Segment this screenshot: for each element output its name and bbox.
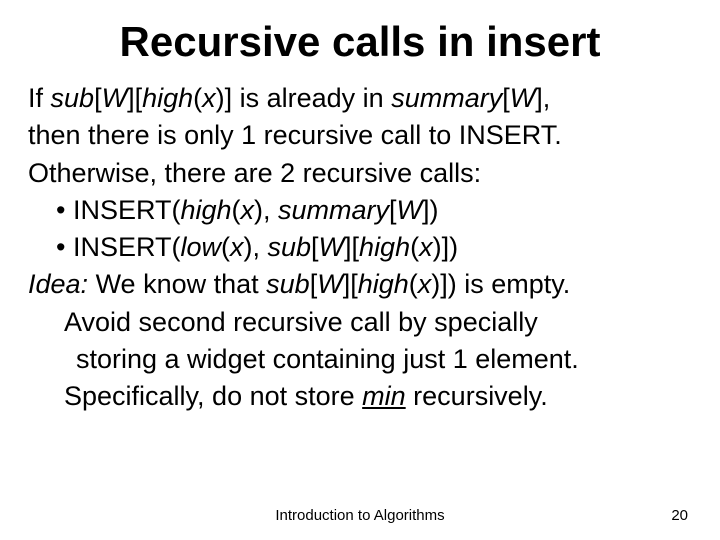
slide: Recursive calls in insert If sub[W][high…	[0, 0, 720, 415]
text: [	[311, 232, 319, 262]
text: W	[102, 83, 127, 113]
text: summary	[391, 83, 502, 113]
line-3: Otherwise, there are 2 recursive calls:	[28, 155, 692, 192]
text: (	[232, 195, 241, 225]
text: recursively.	[406, 381, 548, 411]
footer-center: Introduction to Algorithms	[0, 507, 720, 524]
line-2: then there is only 1 recursive call to I…	[28, 117, 692, 154]
text: (	[221, 232, 230, 262]
text: sub	[51, 83, 95, 113]
line-5: • INSERT(low(x), sub[W][high(x)])	[28, 229, 692, 266]
text: high	[358, 269, 409, 299]
page-number: 20	[671, 507, 688, 524]
text: ])	[422, 195, 439, 225]
text: x	[230, 232, 244, 262]
text: sub	[267, 232, 311, 262]
text: min	[362, 381, 406, 411]
line-8: storing a widget containing just 1 eleme…	[28, 341, 692, 378]
text: Idea:	[28, 269, 88, 299]
slide-title: Recursive calls in insert	[28, 18, 692, 66]
text: x	[241, 195, 255, 225]
text: ][	[127, 83, 142, 113]
text: summary	[278, 195, 389, 225]
text: If	[28, 83, 51, 113]
text: x	[202, 83, 216, 113]
line-9: Specifically, do not store min recursive…	[28, 378, 692, 415]
text: W	[317, 269, 342, 299]
text: W	[510, 83, 535, 113]
text: (	[409, 269, 418, 299]
text: ][	[344, 232, 359, 262]
text: ],	[535, 83, 550, 113]
text: )] is already in	[216, 83, 392, 113]
text: x	[418, 269, 432, 299]
text: W	[319, 232, 344, 262]
slide-body: If sub[W][high(x)] is already in summary…	[28, 80, 692, 415]
text: [	[389, 195, 397, 225]
text: W	[397, 195, 422, 225]
text: (	[410, 232, 419, 262]
text: [	[502, 83, 510, 113]
line-6: Idea: We know that sub[W][high(x)]) is e…	[28, 266, 692, 303]
line-1: If sub[W][high(x)] is already in summary…	[28, 80, 692, 117]
text: x	[419, 232, 433, 262]
line-4: • INSERT(high(x), summary[W])	[28, 192, 692, 229]
text: high	[359, 232, 410, 262]
text: ),	[254, 195, 278, 225]
text: • INSERT(	[56, 232, 180, 262]
text: [	[94, 83, 102, 113]
line-7: Avoid second recursive call by specially	[28, 304, 692, 341]
text: )]) is empty.	[431, 269, 570, 299]
text: high	[142, 83, 193, 113]
text: Specifically, do not store	[64, 381, 362, 411]
text: high	[180, 195, 231, 225]
text: )])	[433, 232, 458, 262]
text: ][	[343, 269, 358, 299]
text: We know that	[88, 269, 266, 299]
text: (	[193, 83, 202, 113]
text: sub	[266, 269, 310, 299]
text: ),	[243, 232, 267, 262]
text: • INSERT(	[56, 195, 180, 225]
text: low	[180, 232, 221, 262]
